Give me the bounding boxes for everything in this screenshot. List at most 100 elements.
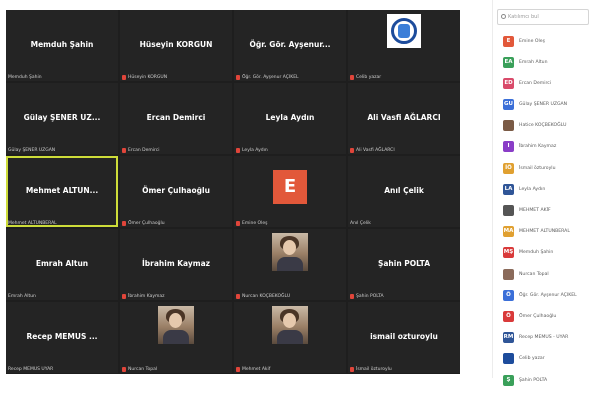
participant-search-input[interactable]: Katılımcı bul (497, 9, 589, 25)
tile-caption: Mehmet ALTUNBERAL (8, 221, 57, 226)
caption-text: Recep MEMUS UYAR (8, 367, 54, 372)
avatar: Ö (503, 289, 514, 301)
caption-text: Öğr. Gör. Ayşenur AÇIKEL (242, 75, 299, 80)
list-item[interactable]: Ö Öğr. Gör. Ayşenur AÇIKEL (503, 287, 593, 303)
caption-text: Şahin POLTA (356, 294, 384, 299)
list-item[interactable]: MA MEHMET ALTUNBERAL (503, 224, 593, 240)
mic-muted-icon (122, 221, 126, 226)
tile-caption: Leyla Aydın (236, 148, 268, 153)
video-tile[interactable]: Nurcan KOÇBEKOĞLU (234, 229, 346, 300)
video-tile[interactable]: ismail ozturoylu İsmail özturoylu (348, 302, 460, 373)
tile-caption: Şahin POLTA (350, 294, 384, 299)
tile-display-name: Gülay ŞENER UZ... (23, 112, 101, 122)
avatar: LA (503, 183, 514, 195)
video-tile[interactable]: Mehmet Akif (234, 302, 346, 373)
video-tile[interactable]: Leyla Aydın Leyla Aydın (234, 83, 346, 154)
list-item[interactable]: Ş Şahin POLTA (503, 372, 593, 388)
mic-muted-icon (236, 294, 240, 299)
participant-name: Emine Oleş (519, 38, 545, 44)
video-grid: Memduh Şahin Memduh Şahin Hüseyin KORGUN Hü… (6, 10, 460, 374)
list-item[interactable]: GU Gülay ŞENER UZGAN (503, 97, 593, 113)
list-item[interactable]: LA Leyla Aydın (503, 181, 593, 197)
tile-caption: Mehmet Akif (236, 367, 270, 372)
tile-caption: Öğr. Gör. Ayşenur AÇIKEL (236, 75, 299, 80)
list-item[interactable]: Celib yazar (503, 351, 593, 367)
participant-name: Ömer Çulhaoğlu (519, 313, 557, 319)
video-tile[interactable]: Gülay ŞENER UZ... Gülay ŞENER UZGAN (6, 83, 118, 154)
participant-name: Memduh Şahin (519, 250, 554, 256)
video-tile[interactable]: Ercan Demirci Ercan Demirci (120, 83, 232, 154)
caption-text: Nurcan Topal (128, 367, 158, 372)
tile-caption: Hüseyin KORGUN (122, 75, 167, 80)
list-item[interactable]: Hatice KOÇBEKOĞLU (503, 118, 593, 134)
video-tile[interactable]: Emrah Altun Emrah Altun (6, 229, 118, 300)
avatar: E (273, 169, 307, 204)
video-tile[interactable]: Ömer Çulhaoğlu Ömer Çulhaoğlu (120, 156, 232, 227)
avatar: Ö (503, 310, 514, 322)
video-tile[interactable]: İbrahim Kaymaz İbrahim Kaymaz (120, 229, 232, 300)
profile-photo (272, 306, 308, 344)
list-item[interactable]: ED Ercan Demirci (503, 75, 593, 91)
caption-text: Celib yazar (356, 75, 382, 80)
tile-caption: Anıl Çelik (350, 221, 371, 226)
mic-muted-icon (350, 367, 354, 372)
caption-text: Ali Vasfi AĞLARCI (356, 148, 395, 153)
mic-muted-icon (350, 148, 354, 153)
video-tile[interactable]: Mehmet ALTUN... Mehmet ALTUNBERAL (6, 156, 118, 227)
participant-name: Emrah Altun (519, 59, 548, 65)
tile-caption: İsmail özturoylu (350, 367, 392, 372)
participants-panel: Katılımcı bul E Emine Oleş EA Emrah Altun ED… (492, 0, 597, 386)
tile-display-name: İbrahim Kaymaz (141, 258, 211, 268)
list-item[interactable]: RM Recep MEMUS - UYAR (503, 330, 593, 346)
video-tile[interactable]: E Emine Oleş (234, 156, 346, 227)
mic-muted-icon (236, 367, 240, 372)
caption-text: Nurcan KOÇBEKOĞLU (242, 294, 291, 299)
meeting-window: Memduh Şahin Memduh Şahin Hüseyin KORGUN Hü… (0, 0, 597, 386)
tile-caption: Nurcan KOÇBEKOĞLU (236, 294, 290, 299)
participant-name: Gülay ŞENER UZGAN (519, 102, 568, 108)
participant-name: Şahin POLTA (519, 377, 548, 383)
participant-name: Celib yazar (519, 356, 545, 362)
video-tile[interactable]: Ali Vasfi AĞLARCI Ali Vasfi AĞLARCI (348, 83, 460, 154)
video-tile[interactable]: Hüseyin KORGUN Hüseyin KORGUN (120, 10, 232, 81)
list-item[interactable]: İÖ İsmail özturoylu (503, 160, 593, 176)
caption-text: Ercan Demirci (128, 148, 160, 153)
participant-name: Leyla Aydın (519, 186, 546, 192)
tile-display-name: Mehmet ALTUN... (25, 185, 99, 195)
video-tile[interactable]: Recep MEMUS ... Recep MEMUS UYAR (6, 302, 118, 373)
tile-caption: Gülay ŞENER UZGAN (8, 148, 55, 153)
list-item[interactable]: MEHMET AKİF (503, 203, 593, 219)
tile-caption: İbrahim Kaymaz (122, 294, 165, 299)
list-item[interactable]: I İbrahim Kaymaz (503, 139, 593, 155)
profile-photo (158, 306, 194, 344)
participant-name: Hatice KOÇBEKOĞLU (519, 123, 567, 129)
mic-muted-icon (122, 294, 126, 299)
list-item[interactable]: Nurcan Topal (503, 266, 593, 282)
video-tile[interactable]: Öğr. Gör. Ayşenur... Öğr. Gör. Ayşenur AÇ… (234, 10, 346, 81)
avatar (503, 268, 514, 280)
mic-muted-icon (236, 148, 240, 153)
tile-display-name: Ercan Demirci (146, 112, 206, 122)
video-tile[interactable]: Celib yazar (348, 10, 460, 81)
list-item[interactable]: E Emine Oleş (503, 33, 593, 49)
tile-display-name: Hüseyin KORGUN (139, 39, 213, 49)
video-tile[interactable]: Şahin POLTA Şahin POLTA (348, 229, 460, 300)
video-tile[interactable]: Memduh Şahin Memduh Şahin (6, 10, 118, 81)
mic-muted-icon (236, 75, 240, 80)
list-item[interactable]: MŞ Memduh Şahin (503, 245, 593, 261)
caption-text: Emrah Altun (8, 294, 36, 299)
list-item[interactable]: EA Emrah Altun (503, 54, 593, 70)
video-tile[interactable]: Nurcan Topal (120, 302, 232, 373)
caption-text: Anıl Çelik (350, 221, 371, 226)
participant-name: Recep MEMUS - UYAR (519, 335, 569, 341)
participant-name: Öğr. Gör. Ayşenur AÇIKEL (519, 292, 577, 298)
avatar: MA (503, 226, 514, 238)
caption-text: Hüseyin KORGUN (128, 75, 168, 80)
video-tile[interactable]: Anıl Çelik Anıl Çelik (348, 156, 460, 227)
caption-text: İbrahim Kaymaz (128, 294, 165, 299)
university-logo (387, 14, 421, 48)
avatar (503, 120, 514, 132)
list-item[interactable]: Ö Ömer Çulhaoğlu (503, 308, 593, 324)
tile-display-name: Recep MEMUS ... (26, 331, 98, 341)
tile-caption: Memduh Şahin (8, 75, 42, 80)
